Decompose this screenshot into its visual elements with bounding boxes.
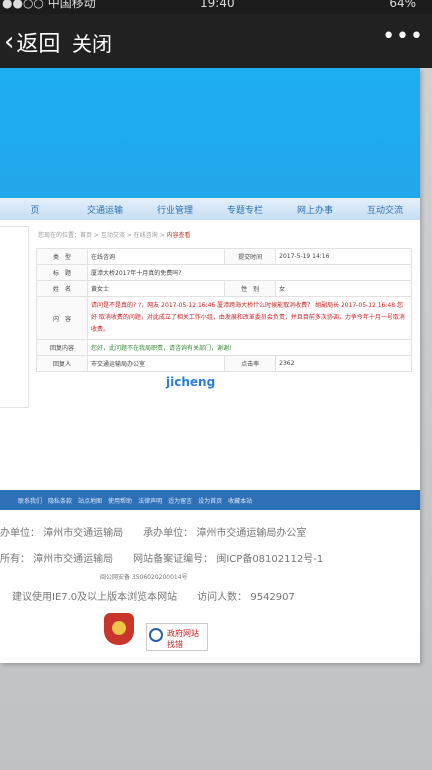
gov-site-logo[interactable]: 政府网站 找错: [146, 623, 208, 651]
cell-label: 标 题: [36, 264, 88, 281]
table-row: 回复人 市交通运输局办公室 点击率 2362: [36, 355, 412, 372]
cell-label: 性 别: [224, 280, 277, 297]
cell-value: 请问是不是真的? ?，网友 2017-05-12 16:46 厦漳跨海大桥什么时…: [87, 296, 412, 340]
footer-link[interactable]: 法律声明: [138, 496, 162, 505]
cell-label: 内 容: [36, 296, 88, 340]
cell-label: 点击率: [224, 355, 277, 372]
menu-item[interactable]: 交通运输: [70, 203, 140, 216]
chevron-left-icon: ‹: [4, 27, 15, 57]
footer-link[interactable]: 使用帮助: [108, 496, 132, 505]
footer-visits: 建议使用IE7.0及以上版本浏览本网站 访问人数： 9542907: [12, 592, 295, 603]
footer-links: 联系我们 隐私条款 站点地图 使用帮助 法律声明 适为留言 设为首页 收藏本站: [0, 490, 420, 510]
table-row: 标 题 厦漳大桥2017年十月真的免费吗?: [36, 264, 412, 281]
cell-label: 回复内容: [36, 339, 88, 356]
breadcrumb-current: 内容查看: [166, 232, 191, 239]
footer-link[interactable]: 联系我们: [18, 496, 42, 505]
cell-value: 2362: [275, 355, 412, 372]
cell-value: 女: [275, 280, 412, 297]
menu-item[interactable]: 互动交流: [350, 203, 420, 216]
cell-label: 姓 名: [36, 280, 88, 297]
cell-value: 您好，此问题不在我局职责，请咨询有关部门，谢谢!: [87, 339, 412, 356]
breadcrumb-path: 您现在的位置：首页 > 互动交流 > 在线咨询 >: [38, 232, 167, 239]
footer-link[interactable]: 设为首页: [198, 496, 222, 505]
table-row: 内 容 请问是不是真的? ?，网友 2017-05-12 16:46 厦漳跨海大…: [36, 296, 412, 340]
cell-label: 提交时间: [224, 248, 277, 265]
more-icon[interactable]: •••: [382, 24, 424, 49]
footer-copyright: 所有： 漳州市交通运输局 网站备案证编号： 闽ICP备08102112号-1: [0, 554, 324, 565]
clock: 19:40: [200, 0, 235, 10]
table-row: 类 型 在线咨询 提交时间 2017-5-19 14:16: [36, 248, 412, 265]
carrier: ●●○○ 中国移动: [2, 0, 96, 10]
breadcrumb: 您现在的位置：首页 > 互动交流 > 在线咨询 > 内容查看: [38, 230, 191, 239]
cell-value: 厦漳大桥2017年十月真的免费吗?: [87, 264, 412, 281]
content-area: 您现在的位置：首页 > 互动交流 > 在线咨询 > 内容查看 类 型 在线咨询 …: [0, 220, 420, 484]
menu-item[interactable]: 行业管理: [140, 203, 210, 216]
cell-value: 在线咨询: [86, 248, 226, 265]
footer-link[interactable]: 适为留言: [168, 496, 192, 505]
detail-table: 类 型 在线咨询 提交时间 2017-5-19 14:16 标 题 厦漳大桥20…: [36, 248, 412, 372]
watermark: jicheng: [166, 375, 216, 389]
party-emblem-icon: [104, 613, 134, 645]
footer-sponsor: 办单位： 漳州市交通运输局 承办单位： 漳州市交通运输局办公室: [0, 528, 307, 539]
menu-item[interactable]: 页: [0, 203, 70, 216]
table-row: 回复内容 您好，此问题不在我局职责，请咨询有关部门，谢谢!: [36, 339, 412, 356]
battery: 64%: [389, 0, 416, 10]
left-column: [0, 226, 29, 408]
menu-item[interactable]: 专题专栏: [210, 203, 280, 216]
table-row: 姓 名 黄女士 性 别 女: [36, 280, 412, 297]
photo-of-screen: 页 交通运输 行业管理 专题专栏 网上办事 互动交流 您现在的位置：首页 > 互…: [0, 68, 432, 770]
footer-police-record: 闽公网安备 3506020200014号: [100, 574, 188, 581]
close-button[interactable]: 关闭: [72, 28, 112, 57]
cell-value: 市交通运输局办公室: [86, 355, 226, 372]
back-button[interactable]: ‹ 返回: [4, 26, 60, 58]
back-label: 返回: [16, 32, 61, 57]
cell-label: 类 型: [36, 248, 88, 265]
status-bar: ●●○○ 中国移动 19:40 64%: [0, 0, 432, 14]
cell-label: 回复人: [36, 355, 88, 372]
search-ring-icon: [149, 628, 163, 642]
footer-link[interactable]: 隐私条款: [48, 496, 72, 505]
web-page: 页 交通运输 行业管理 专题专栏 网上办事 互动交流 您现在的位置：首页 > 互…: [0, 68, 420, 663]
nav-bar: ‹ 返回 关闭 •••: [0, 14, 432, 68]
cell-value: 黄女士: [86, 280, 226, 297]
site-menu: 页 交通运输 行业管理 专题专栏 网上办事 互动交流: [0, 198, 420, 220]
footer-link[interactable]: 收藏本站: [228, 496, 252, 505]
cell-value: 2017-5-19 14:16: [275, 248, 412, 265]
menu-item[interactable]: 网上办事: [280, 203, 350, 216]
gov-site-logo-label: 政府网站 找错: [167, 629, 199, 649]
site-banner: [0, 68, 420, 198]
footer-link[interactable]: 站点地图: [78, 496, 102, 505]
